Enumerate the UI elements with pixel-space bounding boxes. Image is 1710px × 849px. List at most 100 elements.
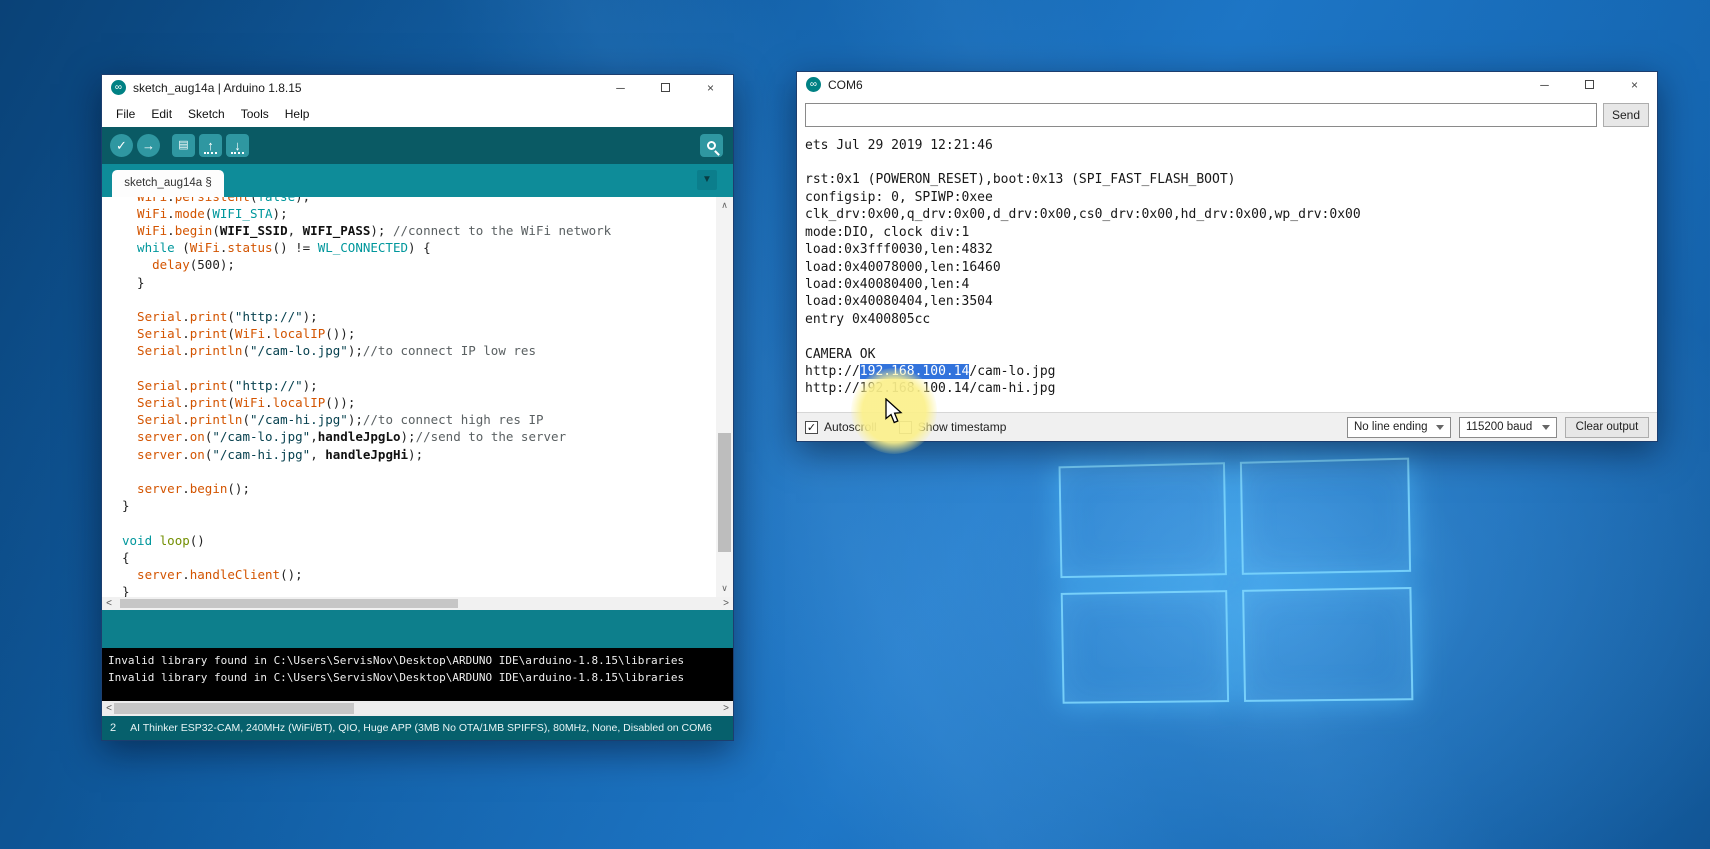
- text-line: load:0x3fff0030,len:4832: [805, 241, 1649, 258]
- horizontal-scrollbar-thumb[interactable]: [120, 599, 458, 608]
- text-line: CAMERA OK: [805, 346, 1649, 363]
- new-button[interactable]: ▤: [172, 134, 195, 157]
- arduino-app-icon: ∞: [806, 77, 821, 92]
- text-line: load:0x40080400,len:4: [805, 276, 1649, 293]
- send-button[interactable]: Send: [1603, 103, 1649, 127]
- verify-button[interactable]: ✓: [110, 134, 133, 157]
- text-line: }: [122, 497, 716, 514]
- tab-sketch-aug14a[interactable]: sketch_aug14a §: [112, 170, 224, 197]
- maximize-button[interactable]: [643, 75, 688, 101]
- scroll-right-icon[interactable]: >: [719, 701, 733, 716]
- maximize-icon: [1585, 80, 1594, 89]
- windows-logo-pane: [1242, 586, 1414, 701]
- show-timestamp-label: Show timestamp: [918, 420, 1007, 434]
- code-area: WiFi.persistent(false); WiFi.mode(WIFI_S…: [102, 197, 716, 598]
- ide-toolbar: ✓ → ▤ ↑ ↓: [102, 127, 733, 164]
- scroll-right-icon[interactable]: >: [719, 597, 733, 610]
- arduino-app-icon: ∞: [111, 80, 126, 95]
- text-line: Invalid library found in C:\Users\Servis…: [108, 669, 727, 686]
- status-board-info: AI Thinker ESP32-CAM, 240MHz (WiFi/BT), …: [130, 722, 712, 734]
- text-line: [122, 291, 716, 308]
- ide-titlebar[interactable]: ∞ sketch_aug14a | Arduino 1.8.15 ─ ×: [102, 75, 733, 101]
- magnifier-icon: [707, 141, 716, 150]
- open-button[interactable]: ↑: [199, 134, 222, 157]
- serial-bottom-bar: ✓ Autoscroll Show timestamp No line endi…: [797, 412, 1657, 441]
- menu-help[interactable]: Help: [277, 107, 318, 121]
- close-button[interactable]: ×: [1612, 72, 1657, 98]
- vertical-scrollbar-thumb[interactable]: [718, 433, 731, 552]
- code-editor[interactable]: WiFi.persistent(false); WiFi.mode(WIFI_S…: [102, 197, 733, 598]
- menu-edit[interactable]: Edit: [143, 107, 180, 121]
- mouse-cursor: [884, 398, 906, 430]
- arrow-up-icon: ↑: [207, 139, 214, 152]
- tab-menu-button[interactable]: ▼: [697, 170, 717, 190]
- text-line: load:0x40080404,len:3504: [805, 293, 1649, 310]
- editor-vertical-scrollbar[interactable]: ∧ ∨: [716, 197, 733, 598]
- clear-output-button[interactable]: Clear output: [1565, 417, 1649, 438]
- windows-logo: [1059, 458, 1414, 704]
- editor-horizontal-scrollbar[interactable]: < >: [102, 597, 733, 610]
- minimize-button[interactable]: ─: [1522, 72, 1567, 98]
- serial-titlebar[interactable]: ∞ COM6 ─ ×: [797, 72, 1657, 98]
- save-button[interactable]: ↓: [226, 134, 249, 157]
- menu-file[interactable]: File: [108, 107, 143, 121]
- message-area: [102, 610, 733, 648]
- maximize-icon: [661, 83, 670, 92]
- text-line: [122, 360, 716, 377]
- chevron-down-icon: [1542, 425, 1550, 430]
- text-line: entry 0x400805cc: [805, 311, 1649, 328]
- text-line: WiFi.begin(WIFI_SSID, WIFI_PASS); //conn…: [122, 222, 716, 239]
- menu-sketch[interactable]: Sketch: [180, 107, 233, 121]
- serial-input[interactable]: [805, 103, 1597, 127]
- status-line-number: 2: [110, 722, 116, 734]
- text-line: load:0x40078000,len:16460: [805, 259, 1649, 276]
- text-line: http://192.168.100.14/cam-lo.jpg: [805, 363, 1649, 380]
- windows-logo-pane: [1059, 462, 1227, 577]
- serial-monitor-button[interactable]: [700, 134, 723, 157]
- text-line: void loop(): [122, 532, 716, 549]
- scroll-down-icon[interactable]: ∨: [716, 581, 733, 595]
- windows-logo-pane: [1061, 590, 1229, 704]
- console-horizontal-scrollbar[interactable]: < >: [102, 701, 733, 716]
- menu-tools[interactable]: Tools: [233, 107, 277, 121]
- text-line: [122, 463, 716, 480]
- serial-send-row: Send: [797, 98, 1657, 132]
- horizontal-scrollbar-thumb[interactable]: [114, 703, 354, 714]
- text-line: server.on("/cam-hi.jpg", handleJpgHi);: [122, 446, 716, 463]
- text-line: [805, 328, 1649, 345]
- text-line: clk_drv:0x00,q_drv:0x00,d_drv:0x00,cs0_d…: [805, 206, 1649, 223]
- serial-window-title: COM6: [828, 78, 863, 92]
- ide-console: Invalid library found in C:\Users\Servis…: [102, 648, 733, 701]
- text-line: server.on("/cam-lo.jpg",handleJpgLo);//s…: [122, 428, 716, 445]
- text-line: Serial.print("http://");: [122, 308, 716, 325]
- arrow-right-icon: →: [142, 139, 155, 152]
- serial-monitor-window: ∞ COM6 ─ × Send ets Jul 29 2019 12:21:46…: [796, 71, 1658, 442]
- scroll-left-icon[interactable]: <: [102, 597, 116, 610]
- scroll-up-icon[interactable]: ∧: [716, 199, 733, 213]
- maximize-button[interactable]: [1567, 72, 1612, 98]
- text-line: Serial.println("/cam-lo.jpg");//to conne…: [122, 342, 716, 359]
- ide-window-title: sketch_aug14a | Arduino 1.8.15: [133, 81, 302, 95]
- text-line: configsip: 0, SPIWP:0xee: [805, 189, 1649, 206]
- desktop: ∞ sketch_aug14a | Arduino 1.8.15 ─ × Fil…: [0, 0, 1710, 849]
- arrow-down-icon: ↓: [234, 139, 241, 152]
- text-line: {: [122, 549, 716, 566]
- text-line: WiFi.mode(WIFI_STA);: [122, 205, 716, 222]
- autoscroll-label: Autoscroll: [824, 420, 877, 434]
- line-ending-dropdown[interactable]: No line ending: [1347, 417, 1451, 438]
- text-line: Serial.print(WiFi.localIP());: [122, 325, 716, 342]
- text-line: }: [122, 274, 716, 291]
- upload-button[interactable]: →: [137, 134, 160, 157]
- close-button[interactable]: ×: [688, 75, 733, 101]
- baud-rate-dropdown[interactable]: 115200 baud: [1459, 417, 1557, 438]
- text-line: WiFi.persistent(false);: [122, 197, 716, 205]
- minimize-button[interactable]: ─: [598, 75, 643, 101]
- serial-output[interactable]: ets Jul 29 2019 12:21:46 rst:0x1 (POWERO…: [797, 132, 1657, 412]
- text-line: rst:0x1 (POWERON_RESET),boot:0x13 (SPI_F…: [805, 171, 1649, 188]
- autoscroll-checkbox[interactable]: ✓: [805, 421, 818, 434]
- text-line: Serial.println("/cam-hi.jpg");//to conne…: [122, 411, 716, 428]
- text-line: ets Jul 29 2019 12:21:46: [805, 137, 1649, 154]
- text-line: http://192.168.100.14/cam-hi.jpg: [805, 380, 1649, 397]
- toolbar-buttons: ✓ → ▤ ↑ ↓: [110, 134, 253, 157]
- ide-tab-bar: sketch_aug14a § ▼: [102, 164, 733, 197]
